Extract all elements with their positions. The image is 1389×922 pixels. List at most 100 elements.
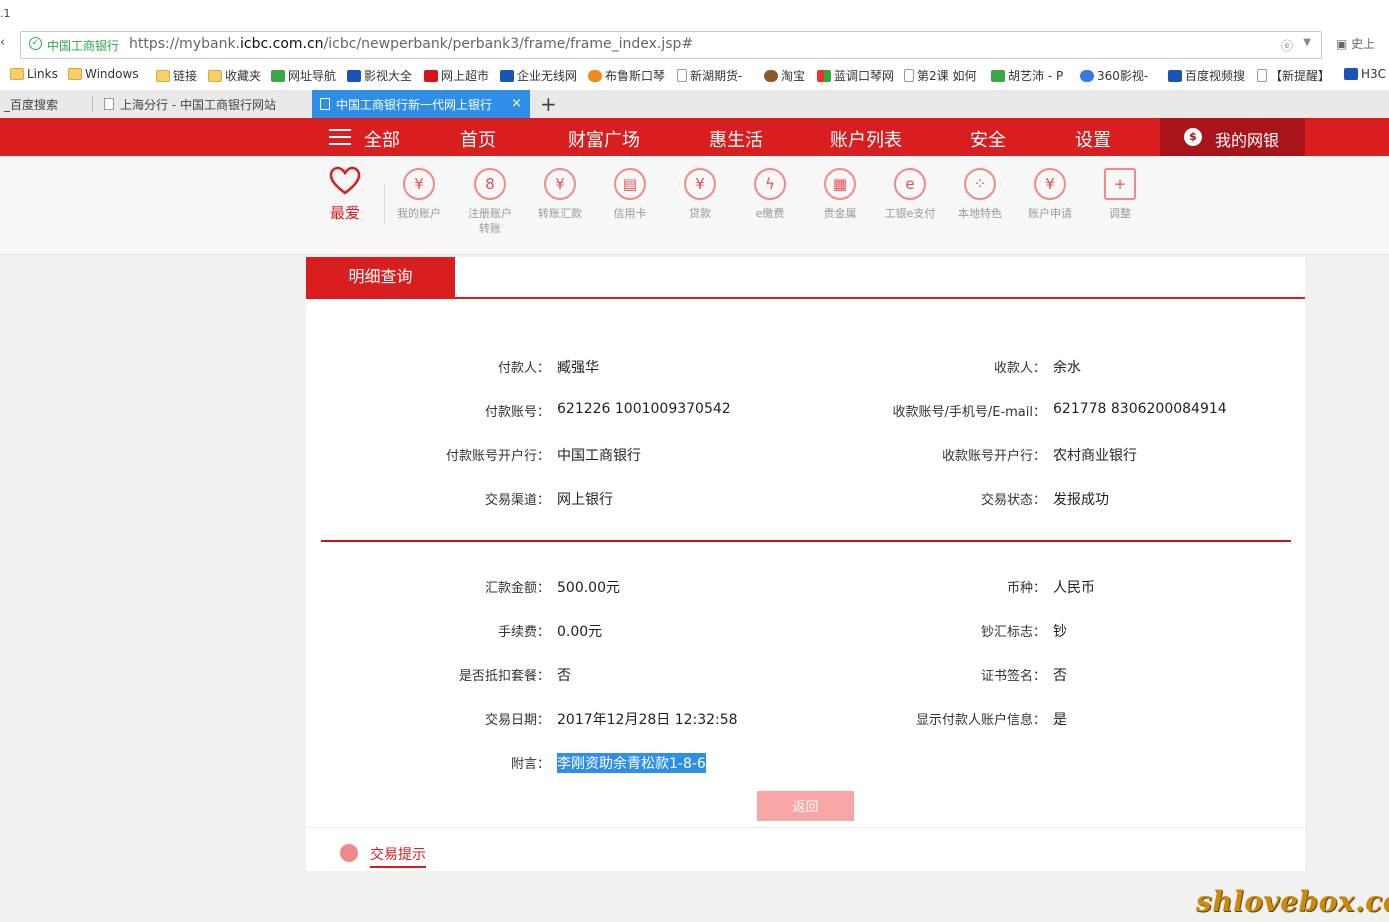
payee-bank-value: 农村商业银行 [1053, 448, 1137, 464]
bookmark-item[interactable]: Windows [68, 67, 139, 81]
bookmark-label: 蓝调口琴网 [834, 69, 895, 83]
page-icon [104, 98, 114, 110]
bookmark-item[interactable]: 网上超市 [424, 67, 489, 84]
bookmark-item[interactable]: 【新提醒】 [1257, 67, 1330, 84]
transaction-hint: 交易提示 [306, 827, 1305, 871]
shortcut-adjust[interactable]: + 调整 [1085, 168, 1155, 221]
url-text[interactable]: https://mybank.icbc.com.cn/icbc/newperba… [129, 36, 693, 52]
bookmark-item[interactable]: H3C [1344, 67, 1386, 81]
date-value: 2017年12月28日 12:32:58 [557, 712, 738, 728]
back-arrow-icon[interactable]: ‹ [0, 35, 5, 50]
nav-all[interactable]: 全部 [364, 126, 400, 152]
bookmark-icon [677, 69, 687, 82]
shortcut-credit-card[interactable]: ▤ 信用卡 [595, 168, 665, 221]
history-extension[interactable]: ▣ 史上 [1336, 35, 1375, 52]
bookmark-icon [764, 69, 778, 82]
detail-panel: 明细查询 付款人： 臧强华 收款人： 余水 付款账号： 621226 10010… [306, 257, 1305, 827]
tab-shanghai-branch[interactable]: 上海分行 - 中国工商银行网站 [96, 90, 310, 118]
tab-detail-query[interactable]: 明细查询 [306, 257, 455, 297]
loan-icon: ¥ [684, 168, 716, 200]
shortcut-label: 我的账户 [397, 207, 441, 220]
back-button[interactable]: 返回 [757, 791, 854, 821]
shortcut-my-account[interactable]: ¥ 我的账户 [384, 168, 454, 221]
shortcut-transfer-remit[interactable]: ¥ 转账汇款 [525, 168, 595, 221]
currency-label: 币种： [1006, 581, 1046, 596]
bookmark-item[interactable]: 百度视频搜 [1168, 67, 1245, 84]
bookmark-item[interactable]: 企业无线网 [500, 67, 577, 84]
payee-value: 余水 [1053, 360, 1081, 376]
adjust-icon: + [1104, 168, 1136, 200]
cert-sign-value: 否 [1053, 668, 1067, 684]
bookmark-item[interactable]: 胡艺沛 - P [991, 67, 1063, 84]
chevron-down-icon[interactable]: ▼ [1303, 37, 1311, 48]
tab-baidu-search[interactable]: _百度搜索 [0, 90, 92, 118]
nav-security[interactable]: 安全 [970, 126, 1006, 152]
new-tab-button[interactable]: + [540, 92, 557, 116]
my-bank-label: 我的网银 [1215, 131, 1280, 150]
nav-accounts[interactable]: 账户列表 [830, 126, 902, 152]
nav-wealth[interactable]: 财富广场 [568, 126, 640, 152]
shortcut-registered-transfer[interactable]: 8 注册账户转账 [455, 168, 525, 236]
bookmark-label: 网上超市 [441, 69, 490, 83]
nav-life[interactable]: 惠生活 [709, 126, 763, 152]
bookmark-item[interactable]: 收藏夹 [208, 67, 261, 84]
payee-bank-label: 收款账号开户行： [941, 449, 1046, 464]
shortcut-icbc-e-pay[interactable]: e 工银e支付 [875, 168, 945, 221]
memo-value[interactable]: 李刚资助余青松款1-8-6 [557, 753, 706, 773]
shortcut-precious-metal[interactable]: ▦ 贵金属 [805, 168, 875, 221]
shortcut-local-features[interactable]: ⁘ 本地特色 [945, 168, 1015, 221]
payee-account-label: 收款账号/手机号/E-mail： [892, 405, 1046, 420]
bookmark-item[interactable]: Links [10, 67, 58, 81]
my-bank-button[interactable]: $ 我的网银 [1160, 118, 1305, 156]
payer-account-value: 621226 1001009370542 [557, 401, 731, 417]
bookmark-item[interactable]: 淘宝 [764, 67, 805, 84]
shortcut-e-payment[interactable]: ϟ e缴费 [735, 168, 805, 221]
window-title-strip: .1 [0, 0, 1389, 28]
transaction-hint-tab[interactable]: 交易提示 [370, 844, 426, 868]
bookmark-item[interactable]: 网址导航 [271, 67, 336, 84]
bookmark-item[interactable]: 链接 [156, 67, 197, 84]
main-nav: 全部 首页 财富广场 惠生活 账户列表 安全 设置 $ 我的网银 [0, 118, 1389, 156]
shortcut-account-apply[interactable]: ¥ 账户申请 [1015, 168, 1085, 221]
bookmark-icon [500, 69, 514, 82]
bookmark-icon [424, 69, 438, 82]
site-identity-label: 中国工商银行 [47, 39, 120, 53]
icbc-e-pay-icon: e [894, 168, 926, 200]
nav-settings[interactable]: 设置 [1075, 126, 1111, 152]
nav-home[interactable]: 首页 [460, 126, 496, 152]
memo-label: 附言： [510, 757, 550, 772]
bookmark-label: 【新提醒】 [1270, 69, 1331, 83]
cert-sign-label: 证书签名： [980, 669, 1046, 684]
favorites-shortcut[interactable]: 最爱 [322, 166, 368, 223]
bookmark-icon [817, 69, 831, 82]
bookmark-item[interactable]: 布鲁斯口琴 [588, 67, 665, 84]
bookmark-item[interactable]: 第2课 如何 [904, 67, 976, 84]
bookmark-icon [1080, 69, 1094, 82]
cash-flag-label: 钞汇标志： [980, 625, 1046, 640]
folder-icon [156, 69, 170, 82]
shortcut-label: 贵金属 [823, 207, 857, 220]
bookmark-item[interactable]: 360影视- [1080, 67, 1148, 84]
bookmark-icon [1168, 69, 1182, 82]
bookmark-item[interactable]: 蓝调口琴网 [817, 67, 894, 84]
payer-account-label: 付款账号： [484, 405, 550, 420]
section-divider [321, 540, 1291, 542]
ie-compat-icon[interactable]: ⓔ [1281, 37, 1293, 54]
watermark: shlovebox.com [1196, 885, 1389, 918]
close-tab-icon[interactable]: × [511, 96, 522, 111]
bookmark-item[interactable]: 新湖期货- [677, 67, 742, 84]
tab-bar: _百度搜索 上海分行 - 中国工商银行网站 中国工商银行新一代网上银行 × + [0, 90, 1389, 119]
fee-value: 0.00元 [557, 624, 603, 640]
menu-icon[interactable] [329, 129, 351, 145]
deduct-package-value: 否 [557, 668, 571, 684]
bookmarks-bar: Links Windows 链接 收藏夹 网址导航 影视大全 网上超市 企业无线网 布鲁斯口琴 新… [0, 60, 1389, 91]
url-input[interactable]: ✓ 中国工商银行 https://mybank.icbc.com.cn/icbc… [20, 31, 1322, 59]
bookmark-label: 百度视频搜 [1185, 69, 1246, 83]
shortcut-label: 调整 [1109, 207, 1131, 220]
tab-icbc-online-banking[interactable]: 中国工商银行新一代网上银行 × [312, 90, 530, 118]
bookmark-label: H3C [1361, 67, 1387, 81]
tab-label: 上海分行 - 中国工商银行网站 [120, 97, 276, 112]
bookmark-item[interactable]: 影视大全 [347, 67, 412, 84]
folder-icon [10, 68, 24, 80]
shortcut-loan[interactable]: ¥ 贷款 [665, 168, 735, 221]
